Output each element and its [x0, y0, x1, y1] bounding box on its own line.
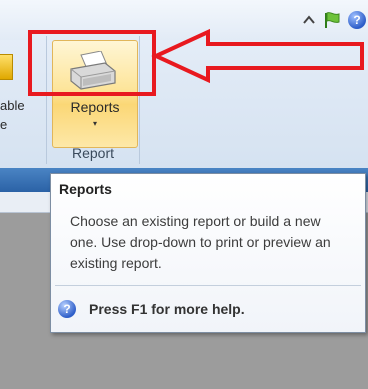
ribbon: ? able e Reports ▾ Report: [0, 0, 368, 170]
partial-button-label-line1: able: [0, 98, 25, 113]
caret-up-icon[interactable]: [302, 13, 316, 27]
tooltip-description: Choose an existing report or build a new…: [70, 213, 331, 271]
tooltip-help-text: Press F1 for more help.: [89, 301, 245, 317]
tooltip-separator: [55, 285, 361, 286]
partial-button-icon: [0, 54, 13, 80]
annotation-arrow-icon: [151, 28, 364, 84]
help-icon: ?: [58, 300, 76, 318]
annotation-highlight-box: [28, 30, 156, 96]
dropdown-arrow-icon[interactable]: ▾: [53, 119, 137, 128]
ribbon-group-label: Report: [71, 145, 115, 161]
tooltip-title: Reports: [59, 181, 112, 197]
reports-button-label: Reports: [70, 99, 120, 115]
help-icon[interactable]: ?: [348, 11, 366, 29]
partial-button-label-line2: e: [0, 117, 8, 132]
flag-icon[interactable]: [323, 11, 341, 29]
reports-tooltip: Reports Choose an existing report or bui…: [50, 173, 366, 333]
